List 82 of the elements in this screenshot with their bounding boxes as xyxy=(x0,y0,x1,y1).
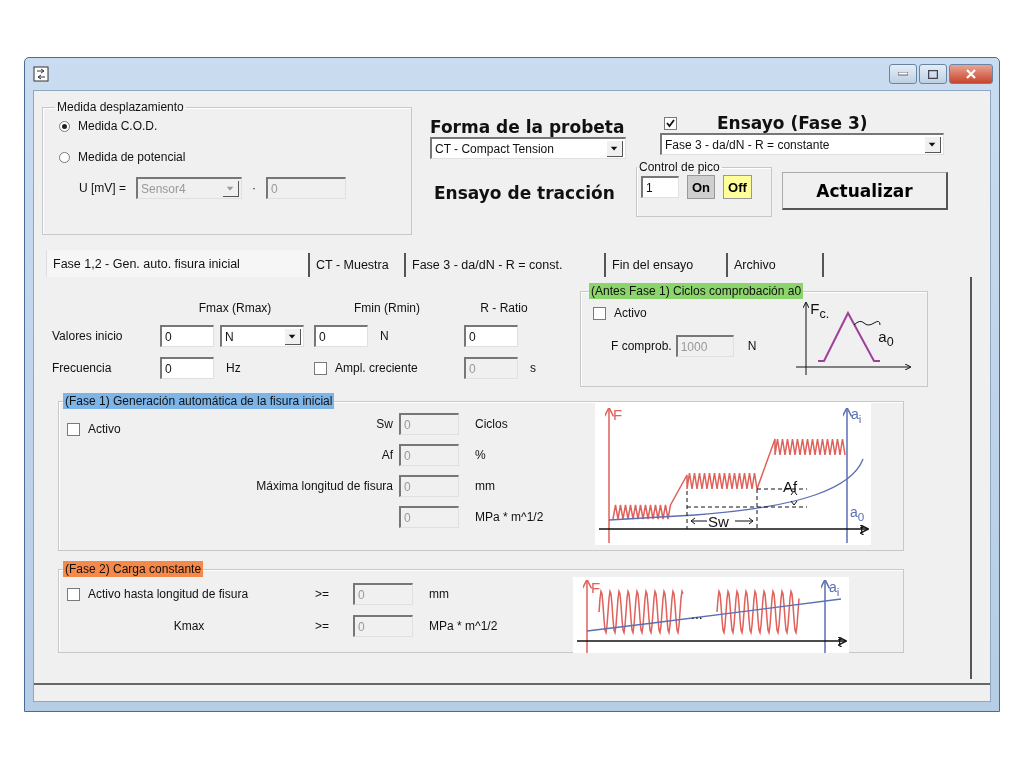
input-field[interactable]: 1 xyxy=(641,176,679,198)
column-header: Fmin (Rmin) xyxy=(353,301,421,315)
axis-label: Af xyxy=(783,479,798,494)
unit-label: Ciclos xyxy=(474,417,509,431)
tab[interactable]: Archivo xyxy=(726,253,824,277)
axis-label: F xyxy=(591,580,601,595)
input-field[interactable]: 0 xyxy=(464,325,518,347)
operator-label: >= xyxy=(315,587,330,601)
field-label: Af xyxy=(380,448,393,462)
app-icon xyxy=(33,66,49,82)
section-title: Forma de la probeta xyxy=(430,117,626,137)
close-button[interactable] xyxy=(949,64,993,84)
operator-label: >= xyxy=(315,619,330,633)
checkbox[interactable]: Activo xyxy=(593,303,757,323)
column-header: R - Ratio xyxy=(479,301,529,315)
dimension-arrow xyxy=(734,517,754,525)
axis-label: F xyxy=(613,407,623,422)
caret-icon xyxy=(285,328,301,345)
row-label: Frecuencia xyxy=(52,361,113,375)
minimize-icon xyxy=(898,72,908,76)
dropdown[interactable]: N xyxy=(220,325,304,347)
checkbox[interactable]: Ampl. creciente xyxy=(314,358,418,378)
checkbox-box[interactable] xyxy=(67,587,80,601)
unit-label: MPa * m^1/2 xyxy=(474,510,545,524)
checkbox-box[interactable] xyxy=(314,361,327,375)
checkbox[interactable]: Activo xyxy=(67,419,121,439)
unit-label: MPa * m^1/2 xyxy=(428,619,499,633)
close-icon xyxy=(966,69,976,79)
unit-label: N xyxy=(746,339,757,353)
group-title: (Antes Fase 1) Ciclos comprobación a0 xyxy=(589,283,804,299)
radio-button[interactable]: Medida de potencial xyxy=(59,146,403,168)
group-title: Medida desplazamiento xyxy=(56,99,185,115)
group-title: Control de pico xyxy=(638,159,721,175)
axis-label: a$_{i}$ xyxy=(851,407,862,425)
unit-label: Hz xyxy=(225,361,242,375)
check-icon xyxy=(666,118,675,128)
maximize-icon xyxy=(928,69,938,79)
checkbox[interactable]: Activo hasta longitud de fisura xyxy=(67,584,249,604)
dropdown[interactable]: Fase 3 - da/dN - R = constante xyxy=(660,133,944,155)
axis-label: a$_{0}$ xyxy=(878,329,894,349)
section-title: Ensayo de tracción xyxy=(434,183,616,203)
input-field[interactable]: 0 xyxy=(160,325,214,347)
section-title: Ensayo (Fase 3) xyxy=(717,113,868,133)
axis-label: a$_{i}$ xyxy=(829,580,840,598)
unit-label: s xyxy=(529,361,537,375)
input-field[interactable]: 0 xyxy=(314,325,368,347)
leader-line xyxy=(853,320,881,326)
unit-label: mm xyxy=(474,479,496,493)
tab[interactable]: Fase 1,2 - Gen. auto. fisura inicial xyxy=(46,250,308,277)
field-label: Máxima longitud de fisura xyxy=(255,479,393,493)
group-title: (Fase 1) Generación automática de la fisura inicial xyxy=(63,393,335,409)
field-label: Sw xyxy=(375,417,393,431)
axis-label: F$_{c.}$ xyxy=(810,301,830,321)
field-label: Kmax xyxy=(172,619,206,633)
radio-circle[interactable] xyxy=(59,151,70,163)
field-label: U [mV] = xyxy=(79,181,126,195)
radio-button[interactable]: Medida C.O.D. xyxy=(59,115,403,137)
dimension-arrow xyxy=(790,490,798,506)
checkbox-box[interactable] xyxy=(67,422,80,436)
dropdown[interactable]: CT - Compact Tension xyxy=(430,137,626,159)
axis-label: a$_{0}$ xyxy=(850,505,865,523)
field-label: F comprob. xyxy=(611,339,672,353)
toggle-button[interactable]: On xyxy=(687,175,716,199)
toggle-button[interactable]: Off xyxy=(723,175,752,199)
caret-icon xyxy=(925,136,941,153)
row-label: Valores inicio xyxy=(52,329,124,343)
input-field[interactable]: 0 xyxy=(160,357,214,379)
caret-icon xyxy=(223,180,239,197)
unit-label: N xyxy=(379,329,390,343)
checkbox-box[interactable] xyxy=(593,306,606,320)
unit-label: % xyxy=(474,448,487,462)
column-header: Fmax (Rmax) xyxy=(197,301,273,315)
dimension-arrow xyxy=(690,517,708,525)
multiply-sign: · xyxy=(252,181,256,195)
caret-icon xyxy=(607,140,623,157)
update-button[interactable]: Actualizar xyxy=(782,172,948,210)
group-title: (Fase 2) Carga constante xyxy=(63,561,204,577)
axis-label: Sw xyxy=(708,514,729,529)
maximize-button[interactable] xyxy=(919,64,947,84)
axis-label: ... xyxy=(691,607,703,621)
radio-circle[interactable] xyxy=(59,120,70,132)
unit-label: mm xyxy=(428,587,450,601)
